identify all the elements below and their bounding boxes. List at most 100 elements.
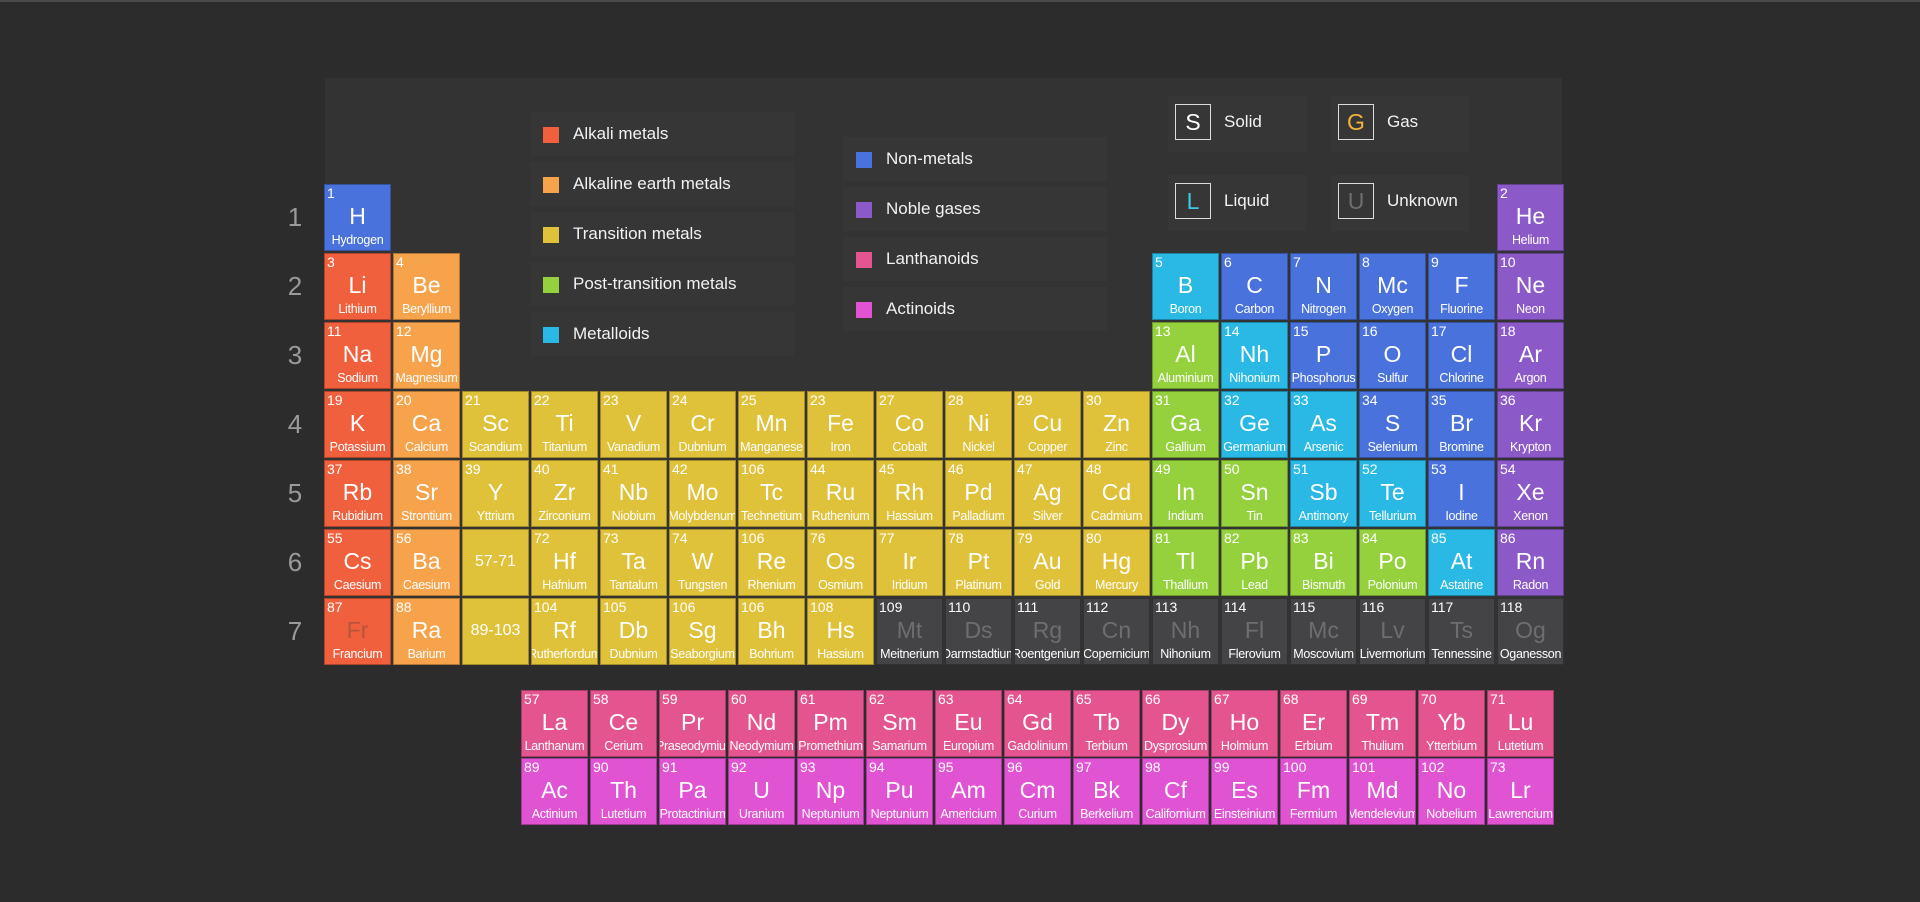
element-cell-f[interactable]: 9 F Fluorine	[1428, 253, 1495, 320]
element-cell-v[interactable]: 23 V Vanadium	[600, 391, 667, 458]
element-cell-cl[interactable]: 17 Cl Chlorine	[1428, 322, 1495, 389]
element-cell-pr[interactable]: 59Pr Praseodymium	[659, 690, 726, 757]
element-cell-ga[interactable]: 31 Ga Gallium	[1152, 391, 1219, 458]
element-cell-tc[interactable]: 106 Tc Technetium	[738, 460, 805, 527]
element-cell-hs[interactable]: 108 Hs Hassium	[807, 598, 874, 665]
element-cell-tm[interactable]: 69 Tm Thulium	[1349, 690, 1416, 757]
element-cell-nd[interactable]: 60 Nd Neodymium	[728, 690, 795, 757]
element-cell-er[interactable]: 68 Er Erbium	[1280, 690, 1347, 757]
element-cell-in[interactable]: 49 In Indium	[1152, 460, 1219, 527]
element-cell-b[interactable]: 5 B Boron	[1152, 253, 1219, 320]
element-cell-no[interactable]: 102 No Nobelium	[1418, 758, 1485, 825]
element-cell-sm[interactable]: 62 Sm Samarium	[866, 690, 933, 757]
element-cell-sc[interactable]: 21 Sc Scandium	[462, 391, 529, 458]
element-cell-as[interactable]: 33 As Arsenic	[1290, 391, 1357, 458]
element-cell-ra[interactable]: 88 Ra Barium	[393, 598, 460, 665]
series-placeholder-cell[interactable]: 89-103	[462, 598, 529, 665]
element-cell-pm[interactable]: 61 Pm Promethium	[797, 690, 864, 757]
element-cell-tb[interactable]: 65 Tb Terbium	[1073, 690, 1140, 757]
element-cell-zr[interactable]: 40 Zr Zirconium	[531, 460, 598, 527]
element-cell-cs[interactable]: 55 Cs Caesium	[324, 529, 391, 596]
element-cell-gd[interactable]: 64 Gd Gadolinium	[1004, 690, 1071, 757]
element-cell-po[interactable]: 84 Po Polonium	[1359, 529, 1426, 596]
element-cell-pt[interactable]: 78 Pt Platinum	[945, 529, 1012, 596]
element-cell-rh[interactable]: 45 Rh Hassium	[876, 460, 943, 527]
legend-lanthanoids[interactable]: Lanthanoids	[843, 237, 1107, 281]
element-cell-og[interactable]: 118 Og Oganesson	[1497, 598, 1564, 665]
legend-alkali-metals[interactable]: Alkali metals	[530, 112, 794, 156]
element-cell-nb[interactable]: 41 Nb Niobium	[600, 460, 667, 527]
element-cell-ag[interactable]: 47 Ag Silver	[1014, 460, 1081, 527]
element-cell-na[interactable]: 11 Na Sodium	[324, 322, 391, 389]
element-cell-mo[interactable]: 42 Mo Molybdenum	[669, 460, 736, 527]
state-solid[interactable]: S Solid	[1168, 96, 1306, 152]
element-cell-eu[interactable]: 63 Eu Europium	[935, 690, 1002, 757]
element-cell-bk[interactable]: 97 Bk Berkelium	[1073, 758, 1140, 825]
element-cell-fe[interactable]: 23 Fe Iron	[807, 391, 874, 458]
state-liquid[interactable]: L Liquid	[1168, 175, 1306, 231]
element-cell-dy[interactable]: 66 Dy Dysprosium	[1142, 690, 1209, 757]
legend-post-transition-metals[interactable]: Post-transition metals	[530, 262, 794, 306]
element-cell-lr[interactable]: 73 Lr Lawrencium	[1487, 758, 1554, 825]
element-cell-ds[interactable]: 110 Ds Darmstadtium	[945, 598, 1012, 665]
element-cell-ts[interactable]: 117 Ts Tennessine	[1428, 598, 1495, 665]
element-cell-br[interactable]: 35 Br Bromine	[1428, 391, 1495, 458]
element-cell-y[interactable]: 39 Y Yttrium	[462, 460, 529, 527]
legend-alkaline-earth-metals[interactable]: Alkaline earth metals	[530, 162, 794, 206]
element-cell-rf[interactable]: 104 Rf Rutherfordum	[531, 598, 598, 665]
element-cell-sn[interactable]: 50 Sn Tin	[1221, 460, 1288, 527]
element-cell-sr[interactable]: 38 Sr Strontium	[393, 460, 460, 527]
element-cell-li[interactable]: 3 Li Lithium	[324, 253, 391, 320]
element-cell-am[interactable]: 95 Am Americium	[935, 758, 1002, 825]
element-cell-mc[interactable]: 8 Mc Oxygen	[1359, 253, 1426, 320]
element-cell-fm[interactable]: 100 Fm Fermium	[1280, 758, 1347, 825]
element-cell-c[interactable]: 6 C Carbon	[1221, 253, 1288, 320]
element-cell-cm[interactable]: 96 Cm Curium	[1004, 758, 1071, 825]
element-cell-mc[interactable]: 115 Mc Moscovium	[1290, 598, 1357, 665]
legend-transition-metals[interactable]: Transition metals	[530, 212, 794, 256]
element-cell-tl[interactable]: 81 Tl Thallium	[1152, 529, 1219, 596]
element-cell-co[interactable]: 27 Co Cobalt	[876, 391, 943, 458]
element-cell-pb[interactable]: 82 Pb Lead	[1221, 529, 1288, 596]
element-cell-cr[interactable]: 24 Cr Dubnium	[669, 391, 736, 458]
element-cell-ni[interactable]: 28 Ni Nickel	[945, 391, 1012, 458]
element-cell-ru[interactable]: 44 Ru Ruthenium	[807, 460, 874, 527]
element-cell-hg[interactable]: 80 Hg Mercury	[1083, 529, 1150, 596]
element-cell-os[interactable]: 76 Os Osmium	[807, 529, 874, 596]
element-cell-p[interactable]: 15 P Phosphorus	[1290, 322, 1357, 389]
element-cell-k[interactable]: 19 K Potassium	[324, 391, 391, 458]
element-cell-al[interactable]: 13 Al Aluminium	[1152, 322, 1219, 389]
element-cell-cu[interactable]: 29 Cu Copper	[1014, 391, 1081, 458]
element-cell-ho[interactable]: 67 Ho Holmium	[1211, 690, 1278, 757]
element-cell-th[interactable]: 90 Th Lutetium	[590, 758, 657, 825]
element-cell-ir[interactable]: 77 Ir Iridium	[876, 529, 943, 596]
element-cell-la[interactable]: 57 La Lanthanum	[521, 690, 588, 757]
state-unknown[interactable]: U Unknown	[1331, 175, 1469, 231]
element-cell-at[interactable]: 85 At Astatine	[1428, 529, 1495, 596]
element-cell-ne[interactable]: 10 Ne Neon	[1497, 253, 1564, 320]
element-cell-rb[interactable]: 37 Rb Rubidium	[324, 460, 391, 527]
element-cell-pu[interactable]: 94 Pu Neptunium	[866, 758, 933, 825]
element-cell-kr[interactable]: 36 Kr Krypton	[1497, 391, 1564, 458]
element-cell-bi[interactable]: 83 Bi Bismuth	[1290, 529, 1357, 596]
state-gas[interactable]: G Gas	[1331, 96, 1469, 152]
element-cell-md[interactable]: 101 Md Mendelevium	[1349, 758, 1416, 825]
element-cell-au[interactable]: 79 Au Gold	[1014, 529, 1081, 596]
element-cell-pa[interactable]: 91 Pa Protactinium	[659, 758, 726, 825]
element-cell-mg[interactable]: 12 Mg Magnesium	[393, 322, 460, 389]
element-cell-n[interactable]: 7 N Nitrogen	[1290, 253, 1357, 320]
element-cell-w[interactable]: 74 W Tungsten	[669, 529, 736, 596]
series-placeholder-cell[interactable]: 57-71	[462, 529, 529, 596]
element-cell-sg[interactable]: 106 Sg Seaborgium	[669, 598, 736, 665]
element-cell-mt[interactable]: 109 Mt Meitnerium	[876, 598, 943, 665]
element-cell-he[interactable]: 2 He Helium	[1497, 184, 1564, 251]
element-cell-ce[interactable]: 58 Ce Cerium	[590, 690, 657, 757]
element-cell-es[interactable]: 99 Es Einsteinium	[1211, 758, 1278, 825]
element-cell-lv[interactable]: 116 Lv Livermorium	[1359, 598, 1426, 665]
element-cell-rg[interactable]: 111 Rg Roentgenium	[1014, 598, 1081, 665]
element-cell-u[interactable]: 92 U Uranium	[728, 758, 795, 825]
element-cell-cd[interactable]: 48 Cd Cadmium	[1083, 460, 1150, 527]
element-cell-np[interactable]: 93 Np Neptunium	[797, 758, 864, 825]
element-cell-ba[interactable]: 56 Ba Caesium	[393, 529, 460, 596]
element-cell-cf[interactable]: 98 Cf Californium	[1142, 758, 1209, 825]
